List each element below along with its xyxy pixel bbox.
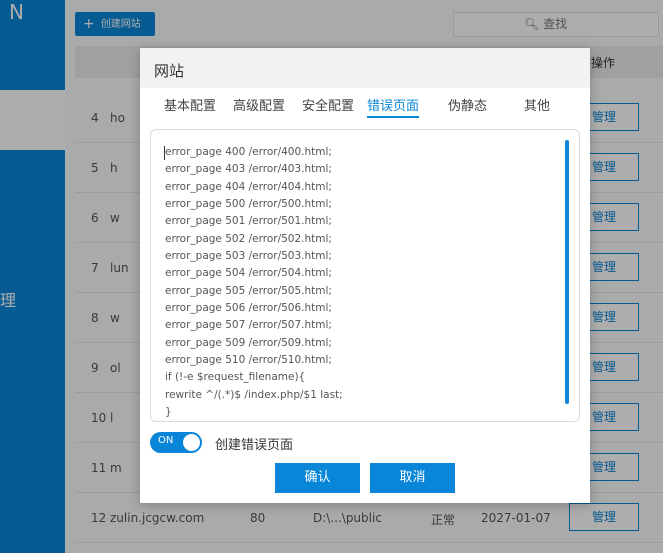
tab-error-pages[interactable]: 错误页面 [367,98,420,118]
editor-scrollbar[interactable] [565,140,569,404]
tab-other[interactable]: 其他 [524,98,550,118]
site-modal: 网站 基本配置 高级配置 安全配置 错误页面 伪静态 其他 error_page… [140,48,590,503]
editor-text: error_page 400 /error/400.html; error_pa… [165,146,343,419]
toggle-state: ON [158,435,174,446]
error-page-editor[interactable]: error_page 400 /error/400.html; error_pa… [150,129,580,422]
modal-tabs: 基本配置 高级配置 安全配置 错误页面 伪静态 其他 [164,98,574,118]
tab-security-config[interactable]: 安全配置 [302,98,354,118]
tab-basic-config[interactable]: 基本配置 [164,98,216,118]
toggle-knob [183,434,200,451]
create-error-page-toggle[interactable]: ON [150,432,202,453]
tab-advanced-config[interactable]: 高级配置 [233,98,285,118]
modal-title: 网站 [154,62,185,80]
toggle-label: 创建错误页面 [215,438,294,453]
cancel-button[interactable]: 取消 [370,463,455,493]
modal-header: 网站 [140,48,590,88]
tab-pseudo-static[interactable]: 伪静态 [448,98,487,118]
confirm-button[interactable]: 确认 [275,463,360,493]
